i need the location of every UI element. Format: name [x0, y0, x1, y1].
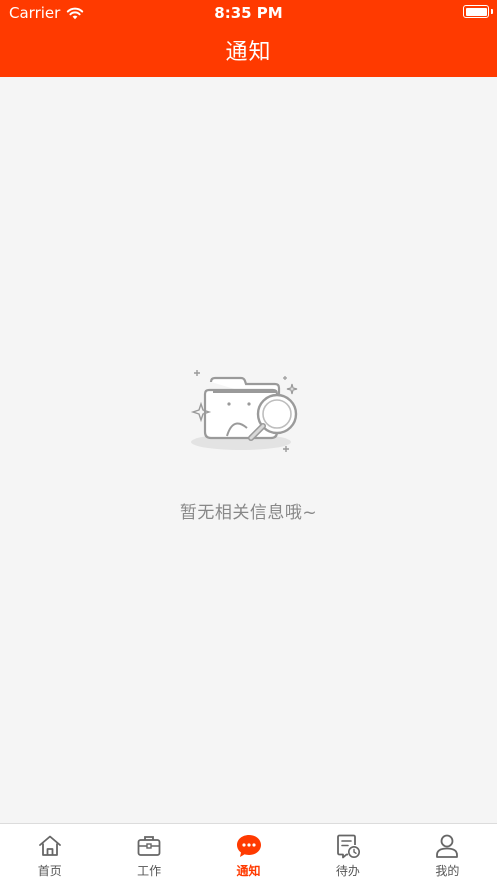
- chat-bubble-icon: [236, 835, 261, 857]
- header: Carrier 8:35 PM 通知: [0, 0, 497, 77]
- tab-work[interactable]: 工作: [99, 824, 198, 883]
- tab-todo[interactable]: 待办: [298, 824, 397, 883]
- home-icon: [38, 835, 61, 856]
- tab-mine[interactable]: 我的: [398, 824, 497, 883]
- tab-home[interactable]: 首页: [0, 824, 99, 883]
- status-time: 8:35 PM: [214, 4, 283, 22]
- tab-todo-label: 待办: [335, 864, 360, 878]
- empty-folder-search-icon: [190, 370, 297, 452]
- battery-icon: [463, 5, 489, 18]
- battery-fill: [465, 7, 487, 16]
- battery-cap: [491, 9, 493, 14]
- tab-notice[interactable]: 通知: [199, 824, 298, 883]
- briefcase-icon: [137, 836, 161, 856]
- tab-mine-label: 我的: [435, 864, 460, 878]
- tab-notice-label: 通知: [236, 864, 261, 878]
- todo-clock-icon: [337, 834, 360, 859]
- tab-home-label: 首页: [37, 864, 62, 878]
- empty-message: 暂无相关信息哦~: [179, 503, 318, 523]
- tab-work-label: 工作: [137, 864, 162, 878]
- empty-state: 暂无相关信息哦~: [0, 362, 497, 523]
- page-title: 通知: [225, 40, 272, 65]
- status-bar: Carrier 8:35 PM: [0, 0, 497, 26]
- tab-bar: 首页 工作 通知 待办 我的: [0, 823, 497, 883]
- user-icon: [436, 834, 459, 858]
